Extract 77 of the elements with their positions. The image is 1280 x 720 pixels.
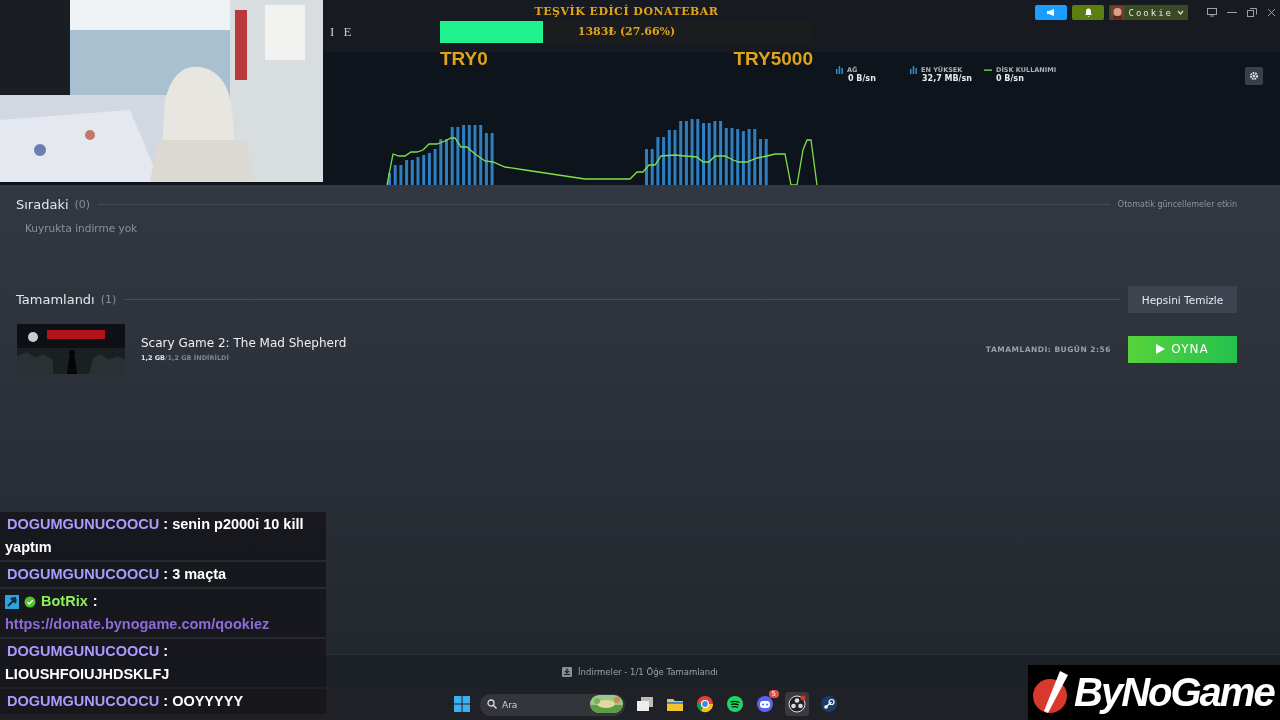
chat-message: DOGUMGUNUCOOCU : senin p2000i 10 kill yaptım	[5, 515, 305, 557]
graph-bar	[753, 129, 757, 185]
close-icon[interactable]	[1267, 8, 1276, 17]
stat-value: 32,7 MB/sn	[922, 74, 973, 83]
donation-bar-title: TEŞVİK EDİCİ DONATEBAR	[533, 5, 720, 18]
chat-username: BotRix	[41, 592, 88, 611]
graph-bar	[645, 149, 648, 185]
chat-message: DOGUMGUNUCOOCU : 3 maçta	[6, 565, 228, 584]
monitor-icon[interactable]	[1207, 8, 1217, 17]
graph-bar	[696, 119, 700, 185]
donation-amount: 1383₺ (27.66%)	[576, 25, 677, 38]
avatar-icon	[1111, 6, 1125, 19]
graph-bar	[388, 173, 391, 185]
notification-button[interactable]	[1072, 5, 1105, 20]
aperture-icon[interactable]	[788, 695, 806, 713]
section-count: (0)	[74, 198, 91, 211]
graph-bar	[416, 157, 420, 185]
game-title: Scary Game 2: The Mad Shepherd	[141, 336, 347, 350]
start-icon[interactable]	[454, 696, 470, 712]
graph-bar	[399, 165, 403, 185]
graph-bar	[673, 130, 677, 185]
auto-update-note: Otomatik güncellemeler etkin	[1117, 198, 1237, 211]
megaphone-icon	[1046, 8, 1057, 17]
play-icon	[1156, 344, 1166, 354]
chat-message: DOGUMGUNUCOOCU : OOYYYYY	[6, 692, 245, 711]
graph-bar	[393, 165, 397, 185]
browser-icon[interactable]	[696, 695, 714, 713]
stat-value: 0 B/sn	[996, 74, 1025, 83]
logo-text: ByNoGame	[1074, 670, 1274, 715]
section-title: Sıradaki	[16, 197, 69, 212]
piston-icon[interactable]	[820, 695, 838, 713]
caret-icon	[1177, 10, 1184, 15]
gear-icon	[1249, 71, 1259, 81]
graph-bar	[730, 128, 734, 185]
moderator-icon	[5, 594, 19, 609]
waves-icon[interactable]	[726, 695, 744, 713]
graph-bar	[764, 139, 768, 185]
menu-text: I E	[330, 24, 355, 40]
slash-circle-icon	[1032, 670, 1070, 715]
section-count: (1)	[100, 293, 117, 306]
bar-chart-icon	[836, 66, 843, 74]
graph-bar	[456, 127, 460, 185]
status-text: İndirmeler - 1/1 Öğe Tamamlandı	[578, 666, 718, 677]
verified-icon	[24, 595, 36, 608]
graph-bar	[707, 123, 711, 185]
search-icon	[487, 699, 497, 709]
chat-app-icon[interactable]	[756, 695, 774, 713]
chat-link[interactable]: https://donate.bynogame.com/qookiez	[5, 613, 321, 636]
settings-button[interactable]	[1245, 67, 1263, 85]
graph-bar	[759, 139, 762, 185]
restore-icon[interactable]	[1247, 8, 1257, 17]
user-menu[interactable]: Cookie	[1109, 5, 1188, 20]
announcement-button[interactable]	[1035, 5, 1068, 20]
graph-bar	[713, 121, 717, 185]
chat-message: DOGUMGUNUCOOCU : LIOUSHFOIUJHDSKLFJ	[5, 642, 171, 684]
graph-bar	[450, 127, 454, 185]
goal-start: TRY0	[440, 48, 488, 70]
graph-bar	[439, 139, 443, 185]
graph-bar	[433, 149, 437, 185]
section-title: Tamamlandı	[16, 292, 95, 307]
stat-value: 0 B/sn	[848, 74, 877, 83]
graph-bar	[656, 137, 660, 185]
graph-bar	[690, 119, 694, 185]
bell-icon	[1084, 8, 1093, 17]
graph-bar	[702, 123, 705, 185]
graph-bar	[473, 125, 477, 185]
task-view-icon[interactable]	[636, 695, 654, 713]
graph-bar	[445, 139, 448, 185]
clear-all-button[interactable]: Hepsini Temizle	[1128, 286, 1237, 313]
graph-bar	[650, 149, 654, 185]
empty-queue-text: Kuyrukta indirme yok	[25, 222, 139, 234]
goal-end: TRY5000	[733, 48, 813, 70]
graph-bar	[490, 133, 494, 185]
chat-separator: :	[92, 592, 98, 611]
download-icon	[562, 666, 572, 677]
bar-chart-icon	[910, 66, 917, 74]
graph-bar	[747, 129, 751, 185]
